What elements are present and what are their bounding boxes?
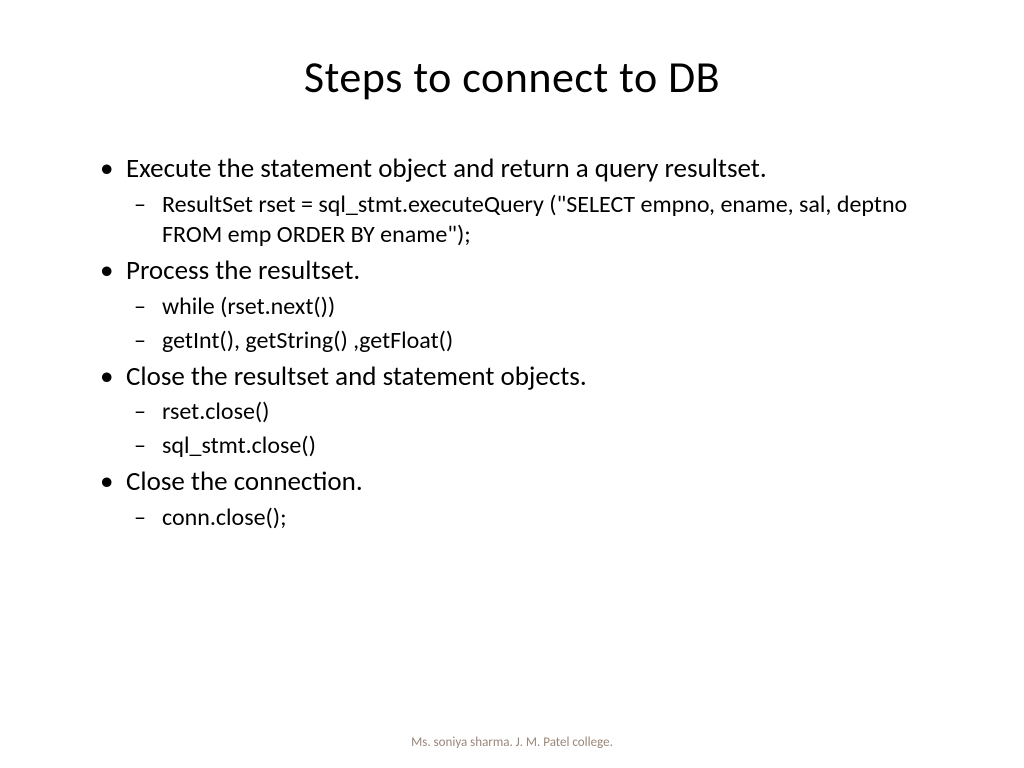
sub-bullet-text: rset.close(): [162, 397, 269, 426]
slide-footer: Ms. soniya sharma. J. M. Patel college.: [0, 735, 1024, 750]
sub-list: conn.close();: [126, 503, 934, 533]
sub-bullet-text: ResultSet rset = sql_stmt.executeQuery (…: [162, 190, 907, 249]
list-item: sql_stmt.close(): [126, 431, 934, 461]
sub-bullet-text: sql_stmt.close(): [162, 431, 316, 460]
sub-list: while (rset.next()) getInt(), getString(…: [126, 292, 934, 356]
slide-title: Steps to connect to DB: [90, 50, 934, 104]
list-item: rset.close(): [126, 397, 934, 427]
list-item: conn.close();: [126, 503, 934, 533]
list-item: while (rset.next()): [126, 292, 934, 322]
bullet-list: Execute the statement object and return …: [90, 152, 934, 533]
list-item: Execute the statement object and return …: [90, 152, 934, 250]
list-item: Close the connection. conn.close();: [90, 465, 934, 533]
list-item: Close the resultset and statement object…: [90, 360, 934, 462]
bullet-text: Execute the statement object and return …: [126, 152, 767, 185]
bullet-text: Close the connection.: [126, 465, 363, 498]
sub-bullet-text: getInt(), getString() ,getFloat(): [162, 326, 453, 355]
sub-list: ResultSet rset = sql_stmt.executeQuery (…: [126, 190, 934, 250]
bullet-text: Process the resultset.: [126, 254, 360, 287]
sub-bullet-text: while (rset.next()): [162, 292, 335, 321]
slide: Steps to connect to DB Execute the state…: [0, 0, 1024, 768]
bullet-text: Close the resultset and statement object…: [126, 360, 587, 393]
sub-bullet-text: conn.close();: [162, 503, 287, 532]
list-item: ResultSet rset = sql_stmt.executeQuery (…: [126, 190, 934, 250]
sub-list: rset.close() sql_stmt.close(): [126, 397, 934, 461]
list-item: getInt(), getString() ,getFloat(): [126, 326, 934, 356]
list-item: Process the resultset. while (rset.next(…: [90, 254, 934, 356]
slide-content: Execute the statement object and return …: [90, 152, 934, 533]
